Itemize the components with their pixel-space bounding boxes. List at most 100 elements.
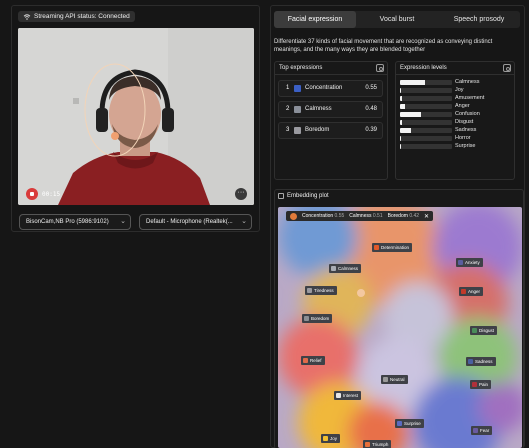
top-expressions-title: Top expressions [279,65,323,71]
more-options-button[interactable]: ··· [235,188,247,200]
expression-level-name: Joy [455,87,464,93]
rank-label: 3 [286,127,290,133]
embedding-node[interactable]: Anger [459,287,484,296]
embedding-plot-title: Embedding plot [287,193,329,199]
expression-level-bar [400,112,452,117]
expression-level-name: Disgust [455,119,474,125]
embedding-node-label: Anger [468,289,481,294]
face-icon [290,212,297,220]
expression-name: Calmness [305,106,332,112]
expression-level-bar [400,80,452,85]
microphone-select[interactable]: Default - Microphone (Realtek(... ⌄ [139,214,252,230]
color-swatch [294,106,301,113]
legend-item: Boredom 0.42 [387,213,420,219]
wifi-icon [23,13,31,20]
color-swatch [294,85,301,92]
color-swatch [397,421,402,426]
embedding-node[interactable]: Tiredness [305,286,337,295]
embedding-node-label: Boredom [311,316,330,321]
embedding-node[interactable]: Neutral [381,375,408,384]
color-swatch [304,316,309,321]
tab-facial-expression[interactable]: Facial expression [274,11,356,28]
color-swatch [303,358,308,363]
expression-level-fill [400,104,406,109]
recording-timer: 00:15 [42,191,61,198]
top-expression-row: 3 Boredom 0.39 [278,122,383,139]
embedding-node[interactable]: Disgust [470,326,498,335]
embedding-node[interactable]: Surprise [395,419,424,428]
embedding-node[interactable]: Anxiety [456,258,483,267]
embedding-node[interactable]: Relief [301,356,325,365]
embedding-map: Concentration 0.55 Calmness 0.51 Boredom… [278,207,522,448]
embedding-node-label: Disgust [479,328,495,333]
embedding-node-label: Fear [480,428,490,433]
expression-level-fill [400,128,412,133]
embedding-node-label: Determination [381,245,410,250]
rank-label: 2 [286,106,290,112]
expression-level-fill [400,144,402,149]
expression-levels-title: Expression levels [400,65,447,71]
color-swatch [307,288,312,293]
embedding-node-label: Pain [479,382,489,387]
expression-level-name: Sadness [455,127,477,133]
expression-level-bar [400,120,452,125]
model-description: Differentiate 37 kinds of facial movemen… [274,39,493,53]
status-text: Streaming API status: Connected [34,13,130,20]
legend-item: Concentration 0.55 [302,213,345,219]
color-swatch [461,289,466,294]
model-tabs: Facial expression Vocal burst Speech pro… [274,11,520,28]
embedding-node-label: Sadness [475,359,493,364]
expression-level-fill [400,112,421,117]
collapse-icon[interactable] [278,193,284,199]
embedding-node-label: Calmness [338,266,359,271]
record-stop-button[interactable] [26,188,38,200]
analysis-panel: Facial expression Vocal burst Speech pro… [270,5,525,448]
camera-select-value: BisonCam,NB Pro (5986:9102) [26,219,109,225]
camera-icon[interactable] [376,64,384,72]
top-expressions-card: Top expressions 1 Concentration 0.55 2 C… [274,61,388,180]
tab-speech-prosody[interactable]: Speech prosody [438,11,520,28]
camera-icon[interactable] [503,64,511,72]
expression-level-fill [400,80,425,85]
expression-level-bar [400,88,452,93]
embedding-node[interactable]: Sadness [466,357,496,366]
expression-level-fill [400,88,402,93]
expression-level-bar [400,144,452,149]
microphone-select-value: Default - Microphone (Realtek(... [146,219,233,225]
color-swatch [294,127,301,134]
expression-level-bar [400,96,452,101]
embedding-node-label: Joy [330,436,338,441]
embedding-node[interactable]: Pain [470,380,492,389]
close-icon[interactable]: ✕ [424,213,429,220]
top-expression-row: 2 Calmness 0.48 [278,101,383,118]
expression-level-name: Surprise [455,143,476,149]
color-swatch [458,260,463,265]
color-swatch [365,442,370,447]
expression-score: 0.48 [365,106,377,112]
video-panel: Streaming API status: Connected 00:15 ··… [11,5,260,232]
expression-name: Boredom [305,127,330,133]
expression-level-bar [400,136,452,141]
webcam-feed [18,28,254,205]
color-swatch [472,328,477,333]
embedding-node-label: Tiredness [314,288,334,293]
embedding-node[interactable]: Boredom [302,314,333,323]
embedding-node[interactable]: Calmness [329,264,362,273]
embedding-node[interactable]: Interest [334,391,362,400]
rank-label: 1 [286,85,290,91]
expression-score: 0.55 [365,85,377,91]
embedding-node[interactable]: Joy [321,434,341,443]
embedding-node[interactable]: Fear [471,426,493,435]
expression-level-fill [400,136,402,141]
expression-level-name: Horror [455,135,471,141]
expression-score: 0.39 [365,127,377,133]
tab-vocal-burst[interactable]: Vocal burst [356,11,438,28]
expression-name: Concentration [305,85,343,91]
color-swatch [336,393,341,398]
chevron-down-icon: ⌄ [241,218,247,225]
expression-level-name: Amusement [455,95,485,101]
embedding-node[interactable]: Triumph [363,440,392,448]
expression-level-name: Calmness [455,79,480,85]
camera-select[interactable]: BisonCam,NB Pro (5986:9102) ⌄ [19,214,131,230]
embedding-node[interactable]: Determination [372,243,413,252]
